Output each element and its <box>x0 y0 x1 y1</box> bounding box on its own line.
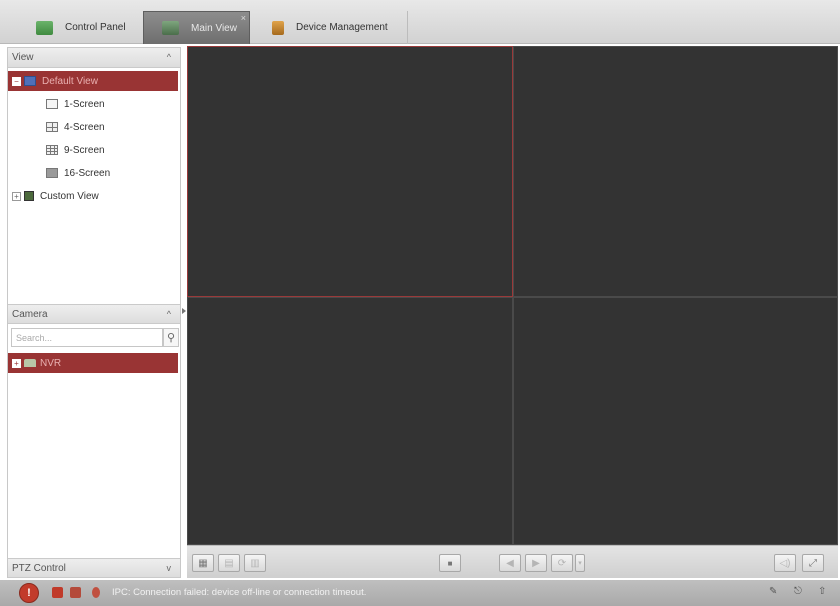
live-view-area <box>187 46 838 545</box>
layout-auto-icon: ▤ <box>224 557 234 569</box>
search-icon: ⚲ <box>166 332 176 344</box>
live-view-toolbar: ▦ ▤ ▥ ■ ◀ ▶ ⟳ ▾ ◁) ⤢ <box>187 545 838 578</box>
tree-item-label: Default View <box>42 75 98 87</box>
video-cell[interactable] <box>513 297 838 545</box>
camera-section-header[interactable]: Camera ^ <box>8 304 180 324</box>
tree-item-custom-view[interactable]: + Custom View <box>8 186 180 206</box>
tree-item-4-screen[interactable]: 4-Screen <box>8 117 180 137</box>
left-panel: View ^ − Default View 1-Screen 4-Screen … <box>7 47 181 578</box>
ptz-section-header[interactable]: PTZ Control v <box>8 558 180 578</box>
layout-icon: ▦ <box>198 557 208 569</box>
previous-page-button[interactable]: ◀ <box>499 554 521 572</box>
lock-icon[interactable]: ⎋ <box>794 586 802 597</box>
close-icon[interactable]: × <box>241 13 246 23</box>
fullscreen-button[interactable]: ⤢ <box>802 554 824 572</box>
custom-view-icon <box>24 191 34 201</box>
next-page-button[interactable]: ▶ <box>525 554 547 572</box>
collapse-toggle-icon[interactable]: − <box>12 76 21 86</box>
tab-device-management[interactable]: Device Management <box>256 11 408 44</box>
tab-label: Main View <box>191 22 237 34</box>
tree-item-label: 9-Screen <box>64 144 105 156</box>
chevron-down-icon: ▾ <box>578 560 582 567</box>
nine-screen-icon <box>46 145 58 155</box>
top-tab-bar: Control Panel Main View × Device Managem… <box>0 0 840 44</box>
device-management-icon <box>272 20 284 35</box>
status-message: IPC: Connection failed: device off-line … <box>112 587 367 598</box>
view-group-icon <box>24 76 36 86</box>
auto-switch-dropdown[interactable]: ▾ <box>575 554 585 572</box>
camera-section-title: Camera <box>12 308 48 320</box>
expand-icon[interactable]: v <box>167 563 172 573</box>
alarm-output-icon[interactable] <box>70 587 81 598</box>
four-screen-icon <box>46 122 58 132</box>
video-cell[interactable] <box>187 297 513 545</box>
status-bar: ! IPC: Connection failed: device off-lin… <box>0 580 840 606</box>
expand-toggle-icon[interactable]: + <box>12 191 21 201</box>
speaker-icon: ◁) <box>779 557 791 569</box>
event-icon[interactable] <box>92 587 100 598</box>
auto-layout-button[interactable]: ▤ <box>218 554 240 572</box>
tree-item-16-screen[interactable]: 16-Screen <box>8 163 180 183</box>
control-panel-icon <box>36 20 53 35</box>
collapse-icon[interactable]: ^ <box>167 309 171 319</box>
panel-collapse-arrow-icon[interactable] <box>182 308 186 314</box>
tab-label: Device Management <box>296 22 388 33</box>
nvr-device-icon <box>24 359 36 367</box>
one-screen-icon <box>46 99 58 109</box>
auto-switch-button[interactable]: ⟳ <box>551 554 573 572</box>
tree-item-label: Custom View <box>40 190 99 202</box>
expand-toggle-icon[interactable]: + <box>12 358 21 368</box>
stop-all-button[interactable]: ■ <box>439 554 461 572</box>
search-placeholder: Search... <box>16 332 53 343</box>
alarm-icon[interactable]: ! <box>19 583 39 603</box>
tree-item-default-view[interactable]: − Default View <box>8 71 178 91</box>
tree-item-label: 1-Screen <box>64 98 105 110</box>
tab-control-panel[interactable]: Control Panel <box>14 11 140 44</box>
custom-layout-button[interactable]: ▥ <box>244 554 266 572</box>
pin-icon[interactable]: ⇧ <box>818 586 826 597</box>
main-view-icon <box>162 21 179 35</box>
alarm-sound-icon[interactable] <box>52 587 63 598</box>
edit-icon[interactable]: ✎ <box>769 586 777 597</box>
tree-item-label: NVR <box>40 357 62 369</box>
collapse-icon[interactable]: ^ <box>167 52 171 62</box>
sixteen-screen-icon <box>46 168 58 178</box>
stop-icon: ■ <box>447 558 453 568</box>
screen-layout-button[interactable]: ▦ <box>192 554 214 572</box>
tree-item-1-screen[interactable]: 1-Screen <box>8 94 180 114</box>
search-button[interactable]: ⚲ <box>163 328 179 347</box>
arrow-right-icon: ▶ <box>532 557 540 569</box>
view-section-header[interactable]: View ^ <box>8 48 180 68</box>
tab-main-view[interactable]: Main View × <box>143 11 250 44</box>
fullscreen-icon: ⤢ <box>809 557 817 569</box>
tree-item-nvr[interactable]: + NVR <box>8 353 178 373</box>
refresh-icon: ⟳ <box>557 557 567 569</box>
tab-label: Control Panel <box>65 22 126 33</box>
view-section-title: View <box>12 52 34 63</box>
camera-search-input[interactable]: Search... <box>11 328 163 347</box>
tree-item-9-screen[interactable]: 9-Screen <box>8 140 180 160</box>
video-cell[interactable] <box>513 46 838 297</box>
layout-grid-icon: ▥ <box>250 557 260 569</box>
tree-item-label: 4-Screen <box>64 121 105 133</box>
ptz-section-title: PTZ Control <box>12 562 66 574</box>
video-cell[interactable] <box>187 46 513 297</box>
volume-button[interactable]: ◁) <box>774 554 796 572</box>
tree-item-label: 16-Screen <box>64 167 111 179</box>
arrow-left-icon: ◀ <box>506 557 514 569</box>
